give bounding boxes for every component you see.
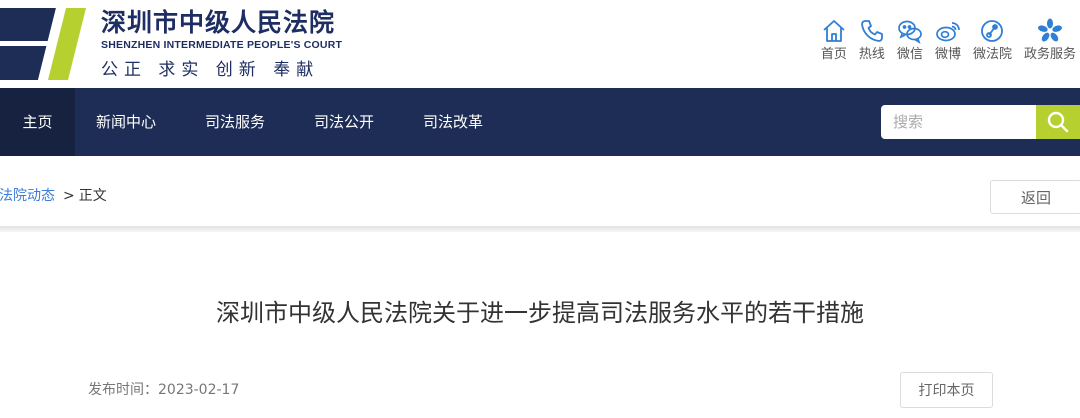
phone-icon [861,20,883,42]
breadcrumb-bar: 法院动态 > 正文 [0,156,1080,228]
quick-link-label: 首页 [820,47,847,62]
court-logo-icon[interactable] [0,8,88,80]
nav-item-judicial-reform[interactable]: 司法改革 [423,88,483,156]
nav-item-label: 司法公开 [314,113,375,131]
quick-link-label: 微博 [934,47,961,62]
section-divider [0,226,1080,232]
nav-item-home[interactable]: 主页 [0,88,75,156]
search-box [881,105,1080,139]
nav-item-judicial-service[interactable]: 司法服务 [205,88,265,156]
nav-item-judicial-disclosure[interactable]: 司法公开 [314,88,374,156]
quick-link-hotline[interactable]: 热线 [859,18,885,63]
search-icon [1047,111,1069,133]
home-icon [823,20,845,42]
publish-info: 发布时间：2023-02-17 [88,380,239,400]
quick-links: 首页 热线 微信 微博 微法院 政务服务 [809,18,1076,63]
nav-item-label: 主页 [22,113,53,131]
logo-text: 深圳市中级人民法院 SHENZHEN INTERMEDIATE PEOPLE'S… [101,8,342,82]
nav-item-news[interactable]: 新闻中心 [96,88,156,156]
search-button[interactable] [1036,105,1080,139]
breadcrumb-link-court-news[interactable]: 法院动态 [0,188,55,204]
logo-english-name: SHENZHEN INTERMEDIATE PEOPLE'S COURT [101,39,343,51]
weibo-icon [936,22,960,42]
breadcrumb-separator: > [63,188,75,204]
publish-date: 2023-02-17 [158,382,240,398]
breadcrumb: 法院动态 > 正文 [0,186,107,206]
nav-item-label: 新闻中心 [96,113,157,131]
quick-link-label: 热线 [858,47,885,62]
quick-link-weibo[interactable]: 微博 [935,18,961,63]
search-input[interactable] [881,105,1036,139]
article-title: 深圳市中级人民法院关于进一步提高司法服务水平的若干措施 [216,299,864,327]
breadcrumb-current: 正文 [78,188,107,204]
nav-item-label: 司法服务 [205,113,266,131]
quick-link-label: 微信 [896,47,923,62]
gov-service-icon [1038,18,1062,42]
quick-link-micro-court[interactable]: 微法院 [973,18,1012,63]
quick-link-home[interactable]: 首页 [821,18,847,63]
quick-link-label: 政务服务 [1023,47,1076,62]
wechat-icon [898,20,922,44]
logo-motto: 公正 求实 创新 奉献 [101,60,320,80]
back-button[interactable]: 返回 [990,180,1080,214]
quick-link-label: 微法院 [972,47,1012,62]
micro-court-icon [981,20,1004,42]
quick-link-gov-service[interactable]: 政务服务 [1024,18,1076,63]
nav-item-label: 司法改革 [423,113,484,131]
quick-link-wechat[interactable]: 微信 [897,18,923,63]
site-header: 深圳市中级人民法院 SHENZHEN INTERMEDIATE PEOPLE'S… [0,0,1080,88]
print-page-button[interactable]: 打印本页 [900,372,993,408]
logo-chinese-name: 深圳市中级人民法院 [101,8,336,37]
publish-label: 发布时间： [88,382,158,398]
